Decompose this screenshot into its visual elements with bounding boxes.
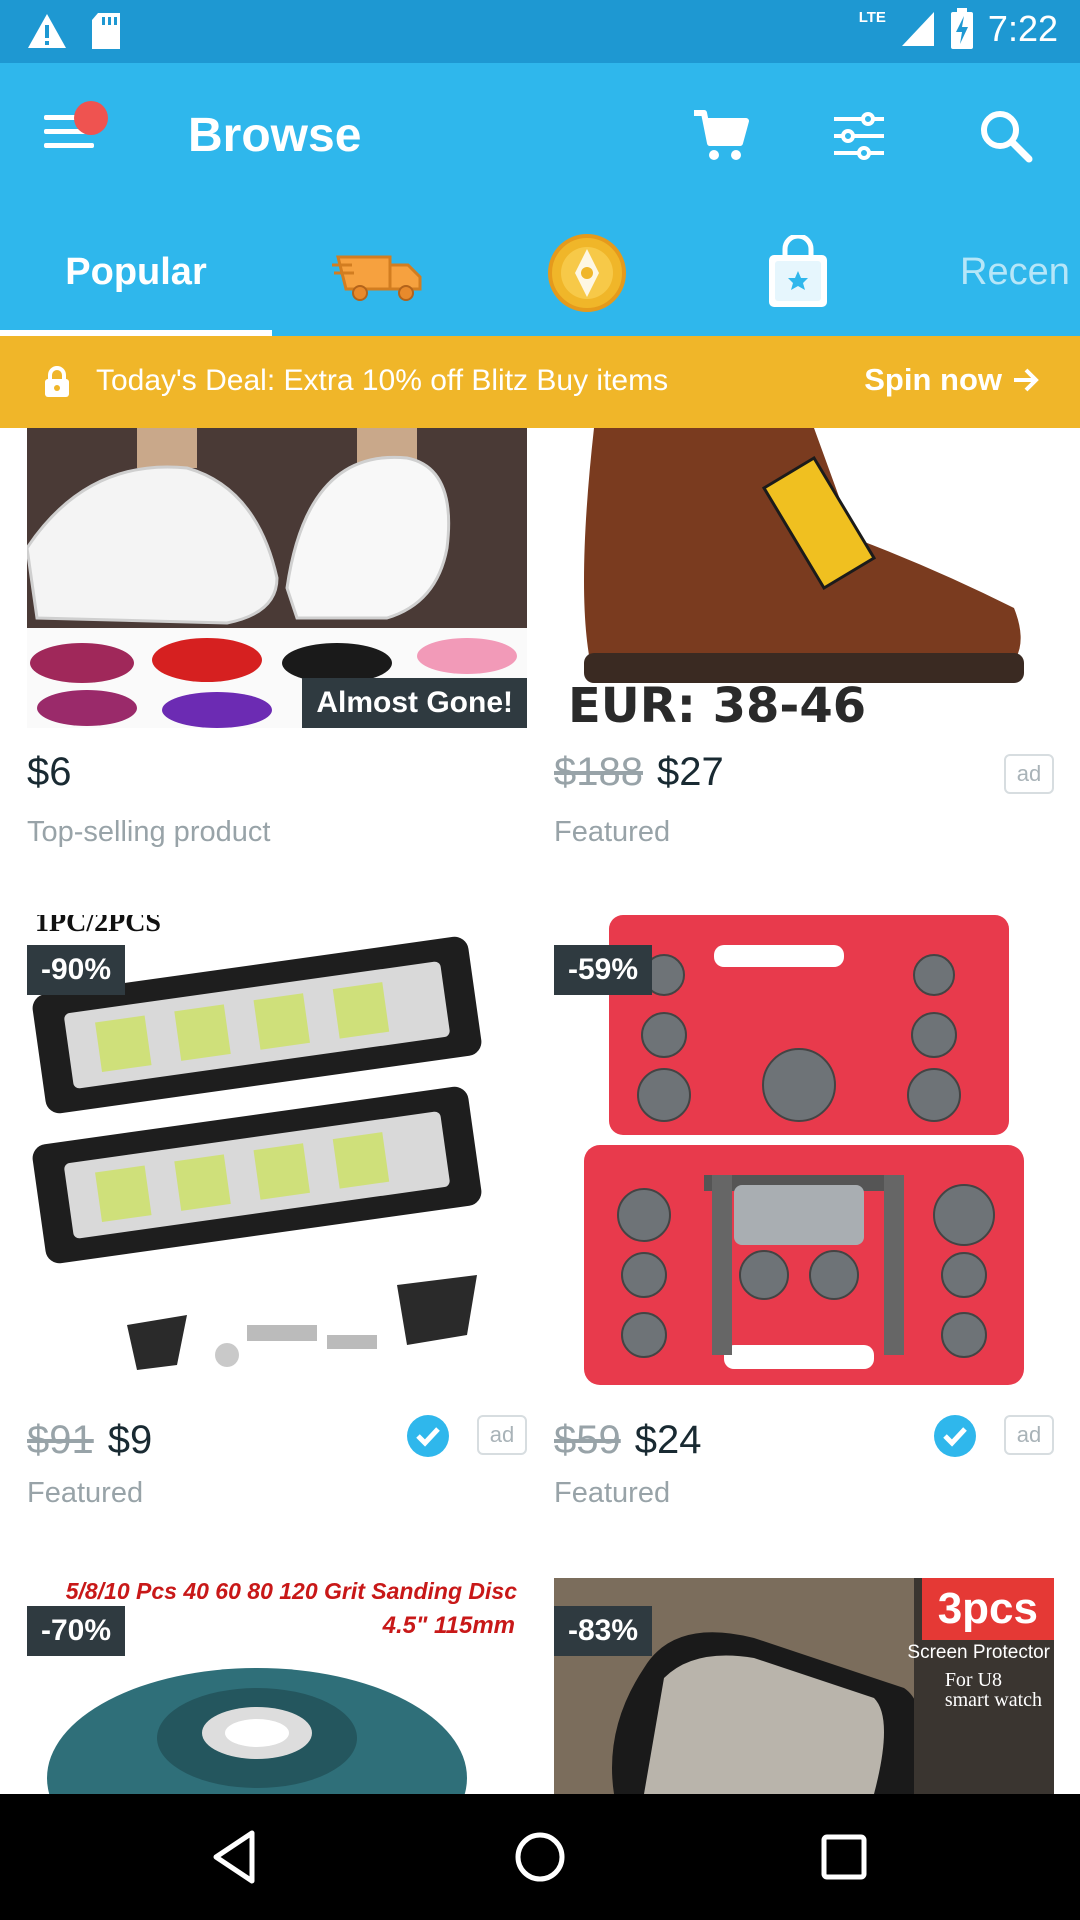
original-price: $59: [554, 1418, 621, 1462]
product-card[interactable]: 1PC/2PCS -90% $91 $9 ad Featured: [27, 915, 527, 1509]
price-row: $6: [27, 750, 72, 800]
product-image[interactable]: -59%: [554, 915, 1054, 1395]
almost-gone-badge: Almost Gone!: [302, 678, 527, 728]
ad-label: ad: [1004, 1415, 1054, 1455]
discount-badge: -59%: [554, 945, 653, 995]
product-image[interactable]: 3pcs Screen Protector For U8 smart watch…: [554, 1578, 1054, 1794]
product-image-caption: 5/8/10 Pcs 40 60 80 120 Grit Sanding Dis…: [65, 1578, 517, 1604]
signal-icon: [901, 12, 934, 46]
notification-dot: [74, 101, 108, 135]
blitz-wheel-icon: [548, 233, 626, 312]
product-card[interactable]: -59% $59 $24 ad Featured: [554, 915, 1054, 1509]
cart-icon[interactable]: [690, 105, 752, 167]
product-image-caption: EUR: 38-46: [568, 678, 867, 728]
page-title: Browse: [188, 109, 362, 162]
spin-now-button[interactable]: Spin now: [864, 362, 1040, 398]
price: $9: [107, 1418, 153, 1462]
price-row: $188 $27: [554, 750, 724, 800]
shopping-bag-star-icon: [769, 234, 827, 307]
price-row: $91 $9: [27, 1418, 152, 1468]
back-icon[interactable]: [206, 1827, 266, 1887]
ad-label: ad: [1004, 754, 1054, 794]
tab-express-shipping[interactable]: [320, 209, 440, 336]
product-image-caption-model: For U8 smart watch: [945, 1670, 1042, 1710]
tab-wish-star[interactable]: [748, 209, 848, 336]
discount-badge: -83%: [554, 1606, 653, 1656]
category-tabs: Popular Recen: [0, 209, 1080, 336]
system-navigation-bar: [0, 1794, 1080, 1920]
caption-line: For U8: [944, 1669, 1003, 1691]
product-subtitle: Featured: [554, 816, 671, 848]
warning-icon: [28, 14, 66, 48]
tab-recent-label: Recen: [960, 251, 1070, 293]
original-price: $188: [554, 750, 643, 794]
arrow-right-icon: [1014, 368, 1039, 392]
tab-blitz-buy[interactable]: [535, 209, 639, 336]
spin-now-label: Spin now: [864, 362, 1002, 397]
pack-count-label: 3pcs: [921, 1578, 1054, 1640]
clock: 7:22: [987, 8, 1058, 49]
price-row: $59 $24: [554, 1418, 702, 1468]
price: $27: [656, 750, 724, 794]
fast-shipping-truck-icon: [332, 255, 422, 301]
discount-badge: -70%: [27, 1606, 126, 1656]
price: $24: [634, 1418, 702, 1462]
product-image-caption: Screen Protector: [907, 1642, 1050, 1663]
product-image[interactable]: EUR: 38-46: [554, 428, 1054, 728]
network-type: LTE: [858, 8, 886, 26]
product-subtitle: Featured: [554, 1477, 671, 1509]
product-card[interactable]: 5/8/10 Pcs 40 60 80 120 Grit Sanding Dis…: [27, 1578, 527, 1794]
price: $6: [27, 750, 72, 794]
tab-popular[interactable]: Popular: [0, 209, 272, 336]
product-grid: Almost Gone! $6 Top-selling product EUR:…: [0, 428, 1080, 1794]
lock-icon: [45, 366, 69, 397]
product-card[interactable]: EUR: 38-46 $188 $27 ad Featured: [554, 428, 1054, 858]
sd-card-icon: [92, 13, 120, 49]
product-image[interactable]: Almost Gone!: [27, 428, 527, 728]
product-image-caption: 1PC/2PCS: [35, 915, 161, 938]
product-card[interactable]: 3pcs Screen Protector For U8 smart watch…: [554, 1578, 1054, 1794]
app-bar: Browse: [0, 63, 1080, 209]
tab-popular-label: Popular: [65, 251, 207, 293]
home-icon[interactable]: [510, 1827, 570, 1887]
deal-text: Today's Deal: Extra 10% off Blitz Buy it…: [96, 364, 669, 397]
product-subtitle: Featured: [27, 1477, 144, 1509]
verified-icon: [934, 1415, 976, 1457]
product-image[interactable]: 5/8/10 Pcs 40 60 80 120 Grit Sanding Dis…: [27, 1578, 527, 1794]
filter-icon[interactable]: [828, 105, 890, 167]
product-subtitle: Top-selling product: [27, 816, 271, 848]
battery-charging-icon: [950, 8, 973, 49]
original-price: $91: [27, 1418, 94, 1462]
ad-label: ad: [477, 1415, 527, 1455]
product-image-caption-size: 4.5" 115mm: [382, 1612, 515, 1639]
product-card[interactable]: Almost Gone! $6 Top-selling product: [27, 428, 527, 858]
search-icon[interactable]: [975, 105, 1037, 167]
caption-line: smart watch: [944, 1689, 1042, 1711]
tab-recent[interactable]: Recen: [960, 209, 1080, 336]
product-image[interactable]: 1PC/2PCS -90%: [27, 915, 527, 1395]
deal-banner[interactable]: Today's Deal: Extra 10% off Blitz Buy it…: [0, 336, 1080, 428]
discount-badge: -90%: [27, 945, 126, 995]
recent-apps-icon[interactable]: [814, 1827, 874, 1887]
verified-icon: [407, 1415, 449, 1457]
status-bar: LTE 7:22: [0, 0, 1080, 63]
